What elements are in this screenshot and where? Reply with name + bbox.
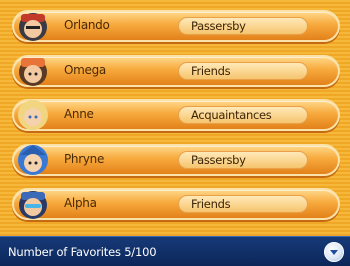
footer-bar: Number of Favorites 5/100 (0, 236, 350, 266)
contact-name: Anne (64, 107, 94, 121)
contact-name: Phryne (64, 151, 105, 166)
relation-label: Friends (191, 197, 231, 211)
trainer-phryne-icon (18, 144, 48, 175)
contact-row-orlando[interactable]: Orlando Passersby (12, 10, 340, 42)
relation-label: Passersby (191, 19, 246, 33)
trainer-anne-icon (18, 100, 48, 130)
trainer-orlando-icon (19, 13, 47, 41)
contact-list: Orlando Passersby Omega Friends Anne Acq… (12, 10, 340, 233)
contact-row-omega[interactable]: Omega Friends (12, 54, 340, 87)
favorites-screen: Orlando Passersby Omega Friends Anne Acq… (0, 0, 350, 266)
relation-badge: Passersby (178, 17, 308, 35)
contact-row-anne[interactable]: Anne Acquaintances (12, 99, 340, 131)
relation-label: Acquaintances (191, 108, 272, 122)
scroll-down-icon (330, 250, 338, 255)
relation-badge: Passersby (178, 150, 308, 169)
relation-badge: Friends (178, 61, 308, 80)
contact-name: Alpha (64, 196, 97, 210)
relation-label: Friends (191, 63, 231, 78)
contact-row-phryne[interactable]: Phryne Passersby (12, 143, 340, 176)
trainer-omega-icon (19, 57, 47, 86)
contact-row-alpha[interactable]: Alpha Friends (12, 188, 340, 220)
relation-badge: Friends (178, 195, 308, 213)
relation-badge: Acquaintances (178, 106, 308, 124)
trainer-alpha-icon (19, 191, 47, 219)
contact-name: Omega (64, 62, 106, 77)
scroll-down-button[interactable] (324, 242, 344, 262)
contact-name: Orlando (64, 18, 110, 32)
relation-label: Passersby (191, 152, 246, 167)
favorites-count: Number of Favorites 5/100 (8, 245, 157, 259)
